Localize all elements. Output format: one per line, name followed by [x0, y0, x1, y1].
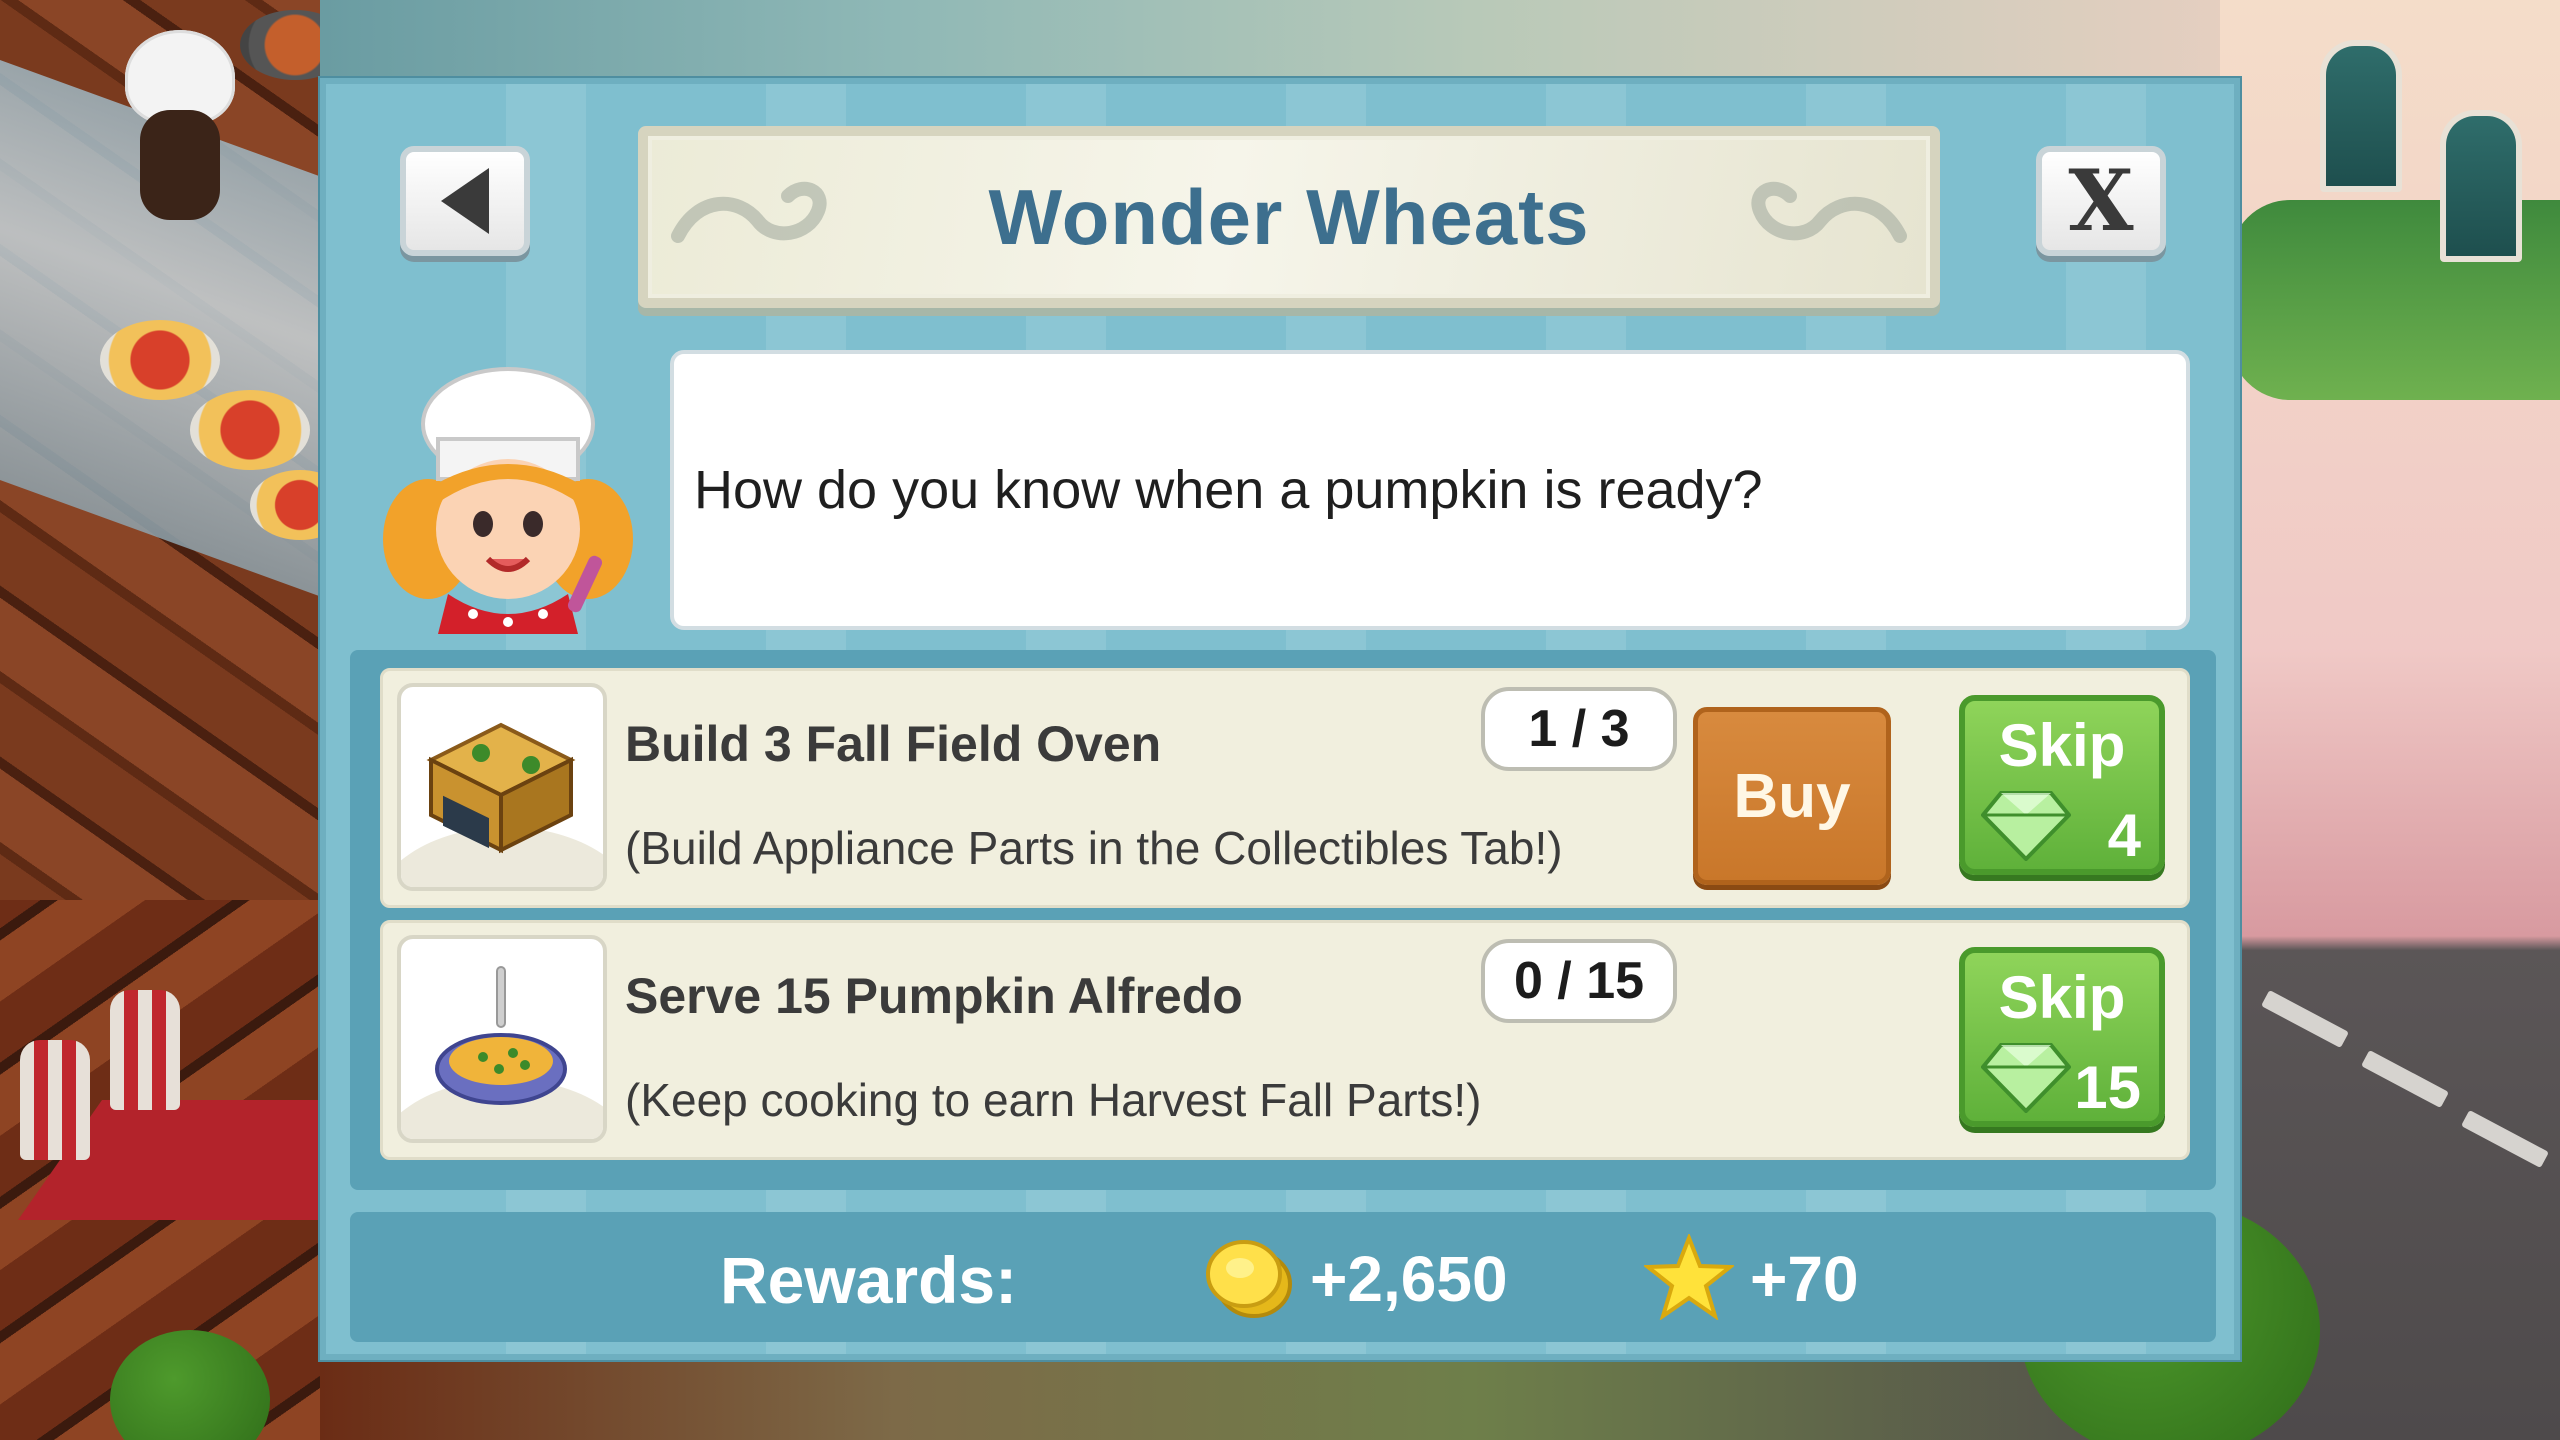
gem-icon: [1981, 791, 2071, 861]
background-chef: [140, 110, 220, 220]
task-thumbnail: [397, 935, 607, 1143]
task-hint: (Keep cooking to earn Harvest Fall Parts…: [625, 1074, 1482, 1126]
chef-avatar: [383, 367, 633, 634]
pizza-dish: [190, 390, 310, 470]
diner-booth: [20, 1040, 90, 1160]
background-top-strip: [320, 0, 2240, 90]
coins-icon: [1206, 1240, 1292, 1318]
title-banner: Wonder Wheats: [638, 126, 1940, 308]
quest-title: Wonder Wheats: [988, 172, 1590, 261]
close-button[interactable]: X: [2036, 146, 2166, 256]
skip-button[interactable]: Skip 15: [1959, 947, 2165, 1127]
task-progress-badge: 1 / 3: [1481, 687, 1677, 771]
building-window: [2320, 40, 2402, 192]
fall-field-oven-icon: [426, 722, 576, 854]
reward-stars-value: +70: [1750, 1243, 1859, 1315]
task-hint: (Build Appliance Parts in the Collectibl…: [625, 822, 1563, 874]
speech-bubble: How do you know when a pumpkin is ready?: [670, 350, 2190, 630]
ornament-swirl-icon: [671, 181, 827, 243]
quest-message: How do you know when a pumpkin is ready?: [694, 460, 1763, 520]
task-row: Serve 15 Pumpkin Alfredo (Keep cooking t…: [380, 920, 2190, 1160]
skip-label: Skip: [1998, 712, 2126, 779]
skip-button[interactable]: Skip 4: [1959, 695, 2165, 875]
skip-cost: 4: [2107, 802, 2141, 869]
back-button[interactable]: [400, 146, 530, 256]
rewards-bar: Rewards: +2,650 +70: [350, 1212, 2216, 1342]
rewards-label: Rewards:: [720, 1243, 1018, 1317]
task-title: Serve 15 Pumpkin Alfredo: [625, 968, 1243, 1024]
skip-label: Skip: [1998, 964, 2126, 1031]
quest-dialog: Wonder Wheats X How do you know when a p…: [320, 78, 2240, 1360]
pizza-dish: [100, 320, 220, 400]
star-icon: [1644, 1234, 1734, 1320]
close-icon: X: [2068, 151, 2134, 250]
pumpkin-alfredo-icon: [435, 966, 567, 1105]
task-row: Build 3 Fall Field Oven (Build Appliance…: [380, 668, 2190, 908]
building-window: [2440, 110, 2522, 262]
ornament-swirl-icon: [1751, 181, 1907, 243]
tasks-panel: Build 3 Fall Field Oven (Build Appliance…: [350, 650, 2216, 1190]
background-bottom-strip: [320, 1355, 2240, 1440]
buy-button[interactable]: Buy: [1693, 707, 1891, 885]
task-progress-badge: 0 / 15: [1481, 939, 1677, 1023]
reward-coins-value: +2,650: [1310, 1243, 1508, 1315]
back-arrow-icon: [441, 168, 489, 234]
skip-cost: 15: [2074, 1054, 2141, 1121]
gem-icon: [1981, 1043, 2071, 1113]
task-title: Build 3 Fall Field Oven: [625, 716, 1162, 772]
diner-booth: [110, 990, 180, 1110]
task-thumbnail: [397, 683, 607, 891]
